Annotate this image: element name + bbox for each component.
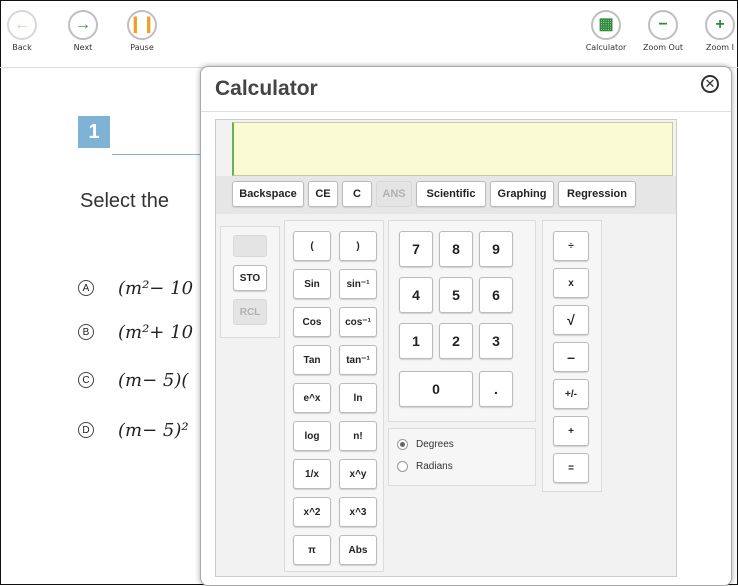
reciprocal-button[interactable]: 1/x [293,459,331,489]
close-icon[interactable]: ✕ [701,75,719,93]
digit-3-button[interactable]: 3 [479,323,513,359]
decimal-button[interactable]: . [479,371,513,407]
acos-button[interactable]: cos⁻¹ [339,307,377,337]
option-letter: B [78,324,94,340]
rcl-button[interactable]: RCL [233,299,267,325]
calculator-dialog: Calculator ✕ Backspace CE C ANS Scientif… [200,66,732,586]
cube-button[interactable]: x^3 [339,497,377,527]
clear-button[interactable]: C [342,181,372,207]
tan-button[interactable]: Tan [293,345,331,375]
abs-button[interactable]: Abs [339,535,377,565]
graphing-button[interactable]: Graphing [490,181,554,207]
radians-label: Radians [416,461,453,472]
option-letter: C [78,372,94,388]
zoom-in-button[interactable]: + Zoom I [698,10,738,52]
radians-option[interactable]: Radians [397,461,453,472]
option-text: (m− 5)( [118,370,189,391]
power-button[interactable]: x^y [339,459,377,489]
negate-button[interactable]: +/- [553,379,589,409]
digit-0-button[interactable]: 0 [399,371,473,407]
digit-9-button[interactable]: 9 [479,231,513,267]
zoom-out-label: Zoom Out [642,43,684,52]
option-letter: A [78,280,94,296]
cos-button[interactable]: Cos [293,307,331,337]
calculator-display[interactable] [232,122,673,176]
zoom-in-label: Zoom I [706,43,734,52]
pause-label: Pause [130,43,154,52]
option-text: (m²− 10 [118,278,194,299]
degrees-radio[interactable] [397,439,408,450]
question-number: 1 [78,116,110,148]
next-button[interactable]: → Next [61,10,105,52]
operators-panel: ÷ x √ – +/- + = [542,220,602,492]
ce-button[interactable]: CE [308,181,338,207]
ans-button[interactable]: ANS [376,181,412,207]
open-paren-button[interactable]: ( [293,231,331,261]
option-letter: D [78,422,94,438]
calculator-title: Calculator [215,77,318,100]
pi-button[interactable]: π [293,535,331,565]
multiply-button[interactable]: x [553,268,589,298]
backspace-button[interactable]: Backspace [232,181,304,207]
sto-button[interactable]: STO [233,265,267,291]
atan-button[interactable]: tan⁻¹ [339,345,377,375]
divide-button[interactable]: ÷ [553,231,589,261]
sqrt-button[interactable]: √ [553,305,589,335]
digit-6-button[interactable]: 6 [479,277,513,313]
log-button[interactable]: log [293,421,331,451]
digit-2-button[interactable]: 2 [439,323,473,359]
option-text: (m²+ 10 [118,322,194,343]
option-text: (m− 5)² [118,420,189,441]
question-divider [112,154,212,155]
toolbar: ← Back → Next ❙❙ Pause ▦ Calculator − Zo… [0,0,738,68]
radians-radio[interactable] [397,461,408,472]
zoom-out-icon: − [648,10,678,40]
digit-5-button[interactable]: 5 [439,277,473,313]
calculator-icon: ▦ [591,10,621,40]
sin-button[interactable]: Sin [293,269,331,299]
square-button[interactable]: x^2 [293,497,331,527]
digit-4-button[interactable]: 4 [399,277,433,313]
memory-display [233,235,267,257]
angle-panel: Degrees Radians [388,428,536,486]
memory-panel: STO RCL [220,226,280,338]
question-prompt: Select the [80,190,169,212]
pause-icon: ❙❙ [127,10,157,40]
digit-8-button[interactable]: 8 [439,231,473,267]
regression-button[interactable]: Regression [558,181,636,207]
mode-bar: Backspace CE C ANS Scientific Graphing R… [216,176,676,214]
equals-button[interactable]: = [553,453,589,483]
calculator-header-divider [201,111,731,112]
back-label: Back [12,43,32,52]
digit-7-button[interactable]: 7 [399,231,433,267]
scientific-button[interactable]: Scientific [416,181,486,207]
exp-button[interactable]: e^x [293,383,331,413]
degrees-option[interactable]: Degrees [397,439,454,450]
function-panel: () Sin sin⁻¹ Cos cos⁻¹ Tan tan⁻¹ e^x ln log n! 1/x x… [284,220,384,572]
next-arrow-icon: → [68,10,98,40]
digits-panel: 789 456 1230. [388,220,536,422]
close-paren-button[interactable]: ) [339,231,377,261]
back-button[interactable]: ← Back [0,10,44,52]
ln-button[interactable]: ln [339,383,377,413]
next-label: Next [73,43,93,52]
asin-button[interactable]: sin⁻¹ [339,269,377,299]
calculator-button[interactable]: ▦ Calculator [584,10,628,52]
calculator-body: Backspace CE C ANS Scientific Graphing R… [215,119,677,577]
pause-button[interactable]: ❙❙ Pause [120,10,164,52]
calculator-label: Calculator [585,43,627,52]
zoom-out-button[interactable]: − Zoom Out [641,10,685,52]
degrees-label: Degrees [416,439,454,450]
add-button[interactable]: + [553,416,589,446]
zoom-in-icon: + [705,10,735,40]
digit-1-button[interactable]: 1 [399,323,433,359]
back-arrow-icon: ← [7,10,37,40]
subtract-button[interactable]: – [553,342,589,372]
factorial-button[interactable]: n! [339,421,377,451]
